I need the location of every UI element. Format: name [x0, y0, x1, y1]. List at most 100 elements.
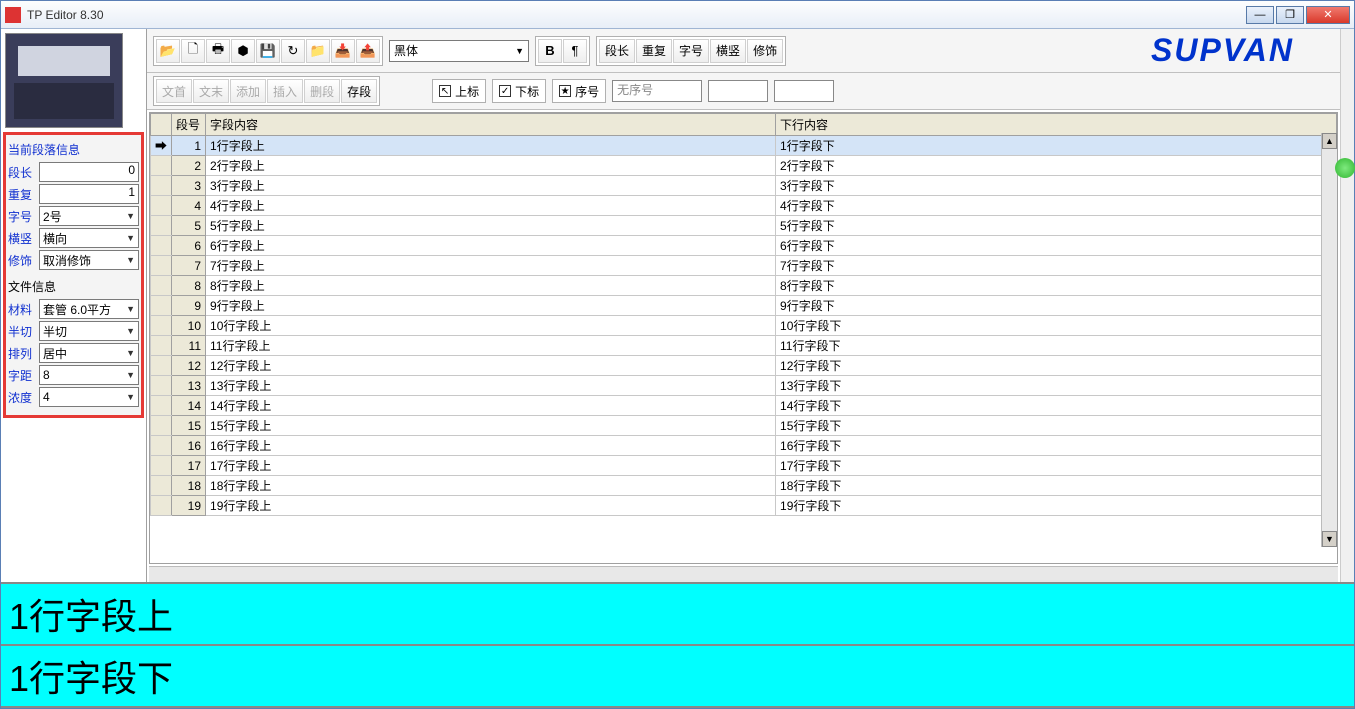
- cell-xiahang[interactable]: 18行字段下: [776, 476, 1337, 496]
- minimize-button[interactable]: —: [1246, 6, 1274, 24]
- wenmo-button[interactable]: 文末: [193, 79, 229, 103]
- cell-xiahang[interactable]: 6行字段下: [776, 236, 1337, 256]
- font-select[interactable]: 黑体: [389, 40, 529, 62]
- cell-xiahang[interactable]: 10行字段下: [776, 316, 1337, 336]
- cell-ziduan[interactable]: 18行字段上: [206, 476, 776, 496]
- cell-ziduan[interactable]: 6行字段上: [206, 236, 776, 256]
- cell-ziduan[interactable]: 12行字段上: [206, 356, 776, 376]
- new-icon[interactable]: 🗋: [181, 39, 205, 63]
- cell-ziduan[interactable]: 11行字段上: [206, 336, 776, 356]
- nongdu-select[interactable]: 4: [39, 387, 139, 407]
- wenshou-button[interactable]: 文首: [156, 79, 192, 103]
- cell-xiahang[interactable]: 1行字段下: [776, 136, 1337, 156]
- table-row[interactable]: 1919行字段上19行字段下: [151, 496, 1337, 516]
- chongfu-input[interactable]: 1: [39, 184, 139, 204]
- sequence-input[interactable]: 无序号: [612, 80, 702, 102]
- table-row[interactable]: 1313行字段上13行字段下: [151, 376, 1337, 396]
- xuhao-button[interactable]: ★序号: [552, 79, 606, 103]
- pailie-select[interactable]: 居中: [39, 343, 139, 363]
- chongfu-button[interactable]: 重复: [636, 39, 672, 63]
- cell-xiahang[interactable]: 16行字段下: [776, 436, 1337, 456]
- duanzhang-input[interactable]: 0: [39, 162, 139, 182]
- export-icon[interactable]: 📤: [356, 39, 380, 63]
- cell-ziduan[interactable]: 3行字段上: [206, 176, 776, 196]
- horizontal-scrollbar[interactable]: [149, 566, 1338, 582]
- vertical-scrollbar[interactable]: ▲ ▼: [1321, 133, 1337, 547]
- table-row[interactable]: 22行字段上2行字段下: [151, 156, 1337, 176]
- table-row[interactable]: 44行字段上4行字段下: [151, 196, 1337, 216]
- data-table[interactable]: 段号 字段内容 下行内容 ⮕11行字段上1行字段下22行字段上2行字段下33行字…: [149, 112, 1338, 564]
- cell-ziduan[interactable]: 5行字段上: [206, 216, 776, 236]
- open-icon[interactable]: 📂: [156, 39, 180, 63]
- cell-xiahang[interactable]: 2行字段下: [776, 156, 1337, 176]
- xiushi-button[interactable]: 修饰: [747, 39, 783, 63]
- banqie-select[interactable]: 半切: [39, 321, 139, 341]
- duanzhang-button[interactable]: 段长: [599, 39, 635, 63]
- hengshu-select[interactable]: 横向: [39, 228, 139, 248]
- table-row[interactable]: 1616行字段上16行字段下: [151, 436, 1337, 456]
- cell-xiahang[interactable]: 12行字段下: [776, 356, 1337, 376]
- table-row[interactable]: 1212行字段上12行字段下: [151, 356, 1337, 376]
- table-row[interactable]: 1717行字段上17行字段下: [151, 456, 1337, 476]
- cell-xiahang[interactable]: 17行字段下: [776, 456, 1337, 476]
- cell-ziduan[interactable]: 9行字段上: [206, 296, 776, 316]
- bold-button[interactable]: B: [538, 39, 562, 63]
- cell-ziduan[interactable]: 19行字段上: [206, 496, 776, 516]
- cell-ziduan[interactable]: 2行字段上: [206, 156, 776, 176]
- cell-ziduan[interactable]: 1行字段上: [206, 136, 776, 156]
- table-row[interactable]: 1818行字段上18行字段下: [151, 476, 1337, 496]
- close-button[interactable]: ✕: [1306, 6, 1350, 24]
- print-icon[interactable]: 🖶: [206, 39, 230, 63]
- cailiao-select[interactable]: 套管 6.0平方: [39, 299, 139, 319]
- table-row[interactable]: 88行字段上8行字段下: [151, 276, 1337, 296]
- cell-ziduan[interactable]: 16行字段上: [206, 436, 776, 456]
- xiabiao-button[interactable]: ✓下标: [492, 79, 546, 103]
- cell-xiahang[interactable]: 4行字段下: [776, 196, 1337, 216]
- scroll-up-icon[interactable]: ▲: [1322, 133, 1337, 149]
- cell-xiahang[interactable]: 19行字段下: [776, 496, 1337, 516]
- table-row[interactable]: 1414行字段上14行字段下: [151, 396, 1337, 416]
- table-row[interactable]: 33行字段上3行字段下: [151, 176, 1337, 196]
- cell-xiahang[interactable]: 15行字段下: [776, 416, 1337, 436]
- charu-button[interactable]: 插入: [267, 79, 303, 103]
- cell-xiahang[interactable]: 8行字段下: [776, 276, 1337, 296]
- table-row[interactable]: 55行字段上5行字段下: [151, 216, 1337, 236]
- cell-xiahang[interactable]: 11行字段下: [776, 336, 1337, 356]
- import-icon[interactable]: 📥: [331, 39, 355, 63]
- shanduan-button[interactable]: 删段: [304, 79, 340, 103]
- table-row[interactable]: 1515行字段上15行字段下: [151, 416, 1337, 436]
- cell-ziduan[interactable]: 15行字段上: [206, 416, 776, 436]
- col-duanhao[interactable]: 段号: [172, 114, 206, 136]
- cell-xiahang[interactable]: 3行字段下: [776, 176, 1337, 196]
- cell-ziduan[interactable]: 4行字段上: [206, 196, 776, 216]
- cell-xiahang[interactable]: 14行字段下: [776, 396, 1337, 416]
- col-xiahang[interactable]: 下行内容: [776, 114, 1337, 136]
- zihao-button[interactable]: 字号: [673, 39, 709, 63]
- maximize-button[interactable]: ❐: [1276, 6, 1304, 24]
- cell-ziduan[interactable]: 7行字段上: [206, 256, 776, 276]
- table-row[interactable]: 66行字段上6行字段下: [151, 236, 1337, 256]
- num-input-2[interactable]: [774, 80, 834, 102]
- ziju-select[interactable]: 8: [39, 365, 139, 385]
- pilcrow-button[interactable]: ¶: [563, 39, 587, 63]
- zihao-select[interactable]: 2号: [39, 206, 139, 226]
- cunduan-button[interactable]: 存段: [341, 79, 377, 103]
- hengshu-button[interactable]: 横竖: [710, 39, 746, 63]
- cell-xiahang[interactable]: 7行字段下: [776, 256, 1337, 276]
- cell-ziduan[interactable]: 17行字段上: [206, 456, 776, 476]
- folder-icon[interactable]: 📁: [306, 39, 330, 63]
- table-row[interactable]: 99行字段上9行字段下: [151, 296, 1337, 316]
- col-ziduan[interactable]: 字段内容: [206, 114, 776, 136]
- num-input-1[interactable]: [708, 80, 768, 102]
- scroll-down-icon[interactable]: ▼: [1322, 531, 1337, 547]
- cell-ziduan[interactable]: 14行字段上: [206, 396, 776, 416]
- cell-ziduan[interactable]: 13行字段上: [206, 376, 776, 396]
- save-icon[interactable]: 💾: [256, 39, 280, 63]
- shangbiao-button[interactable]: ↖上标: [432, 79, 486, 103]
- table-row[interactable]: ⮕11行字段上1行字段下: [151, 136, 1337, 156]
- cell-xiahang[interactable]: 5行字段下: [776, 216, 1337, 236]
- refresh-icon[interactable]: ↻: [281, 39, 305, 63]
- table-row[interactable]: 77行字段上7行字段下: [151, 256, 1337, 276]
- cell-ziduan[interactable]: 8行字段上: [206, 276, 776, 296]
- xiushi-select[interactable]: 取消修饰: [39, 250, 139, 270]
